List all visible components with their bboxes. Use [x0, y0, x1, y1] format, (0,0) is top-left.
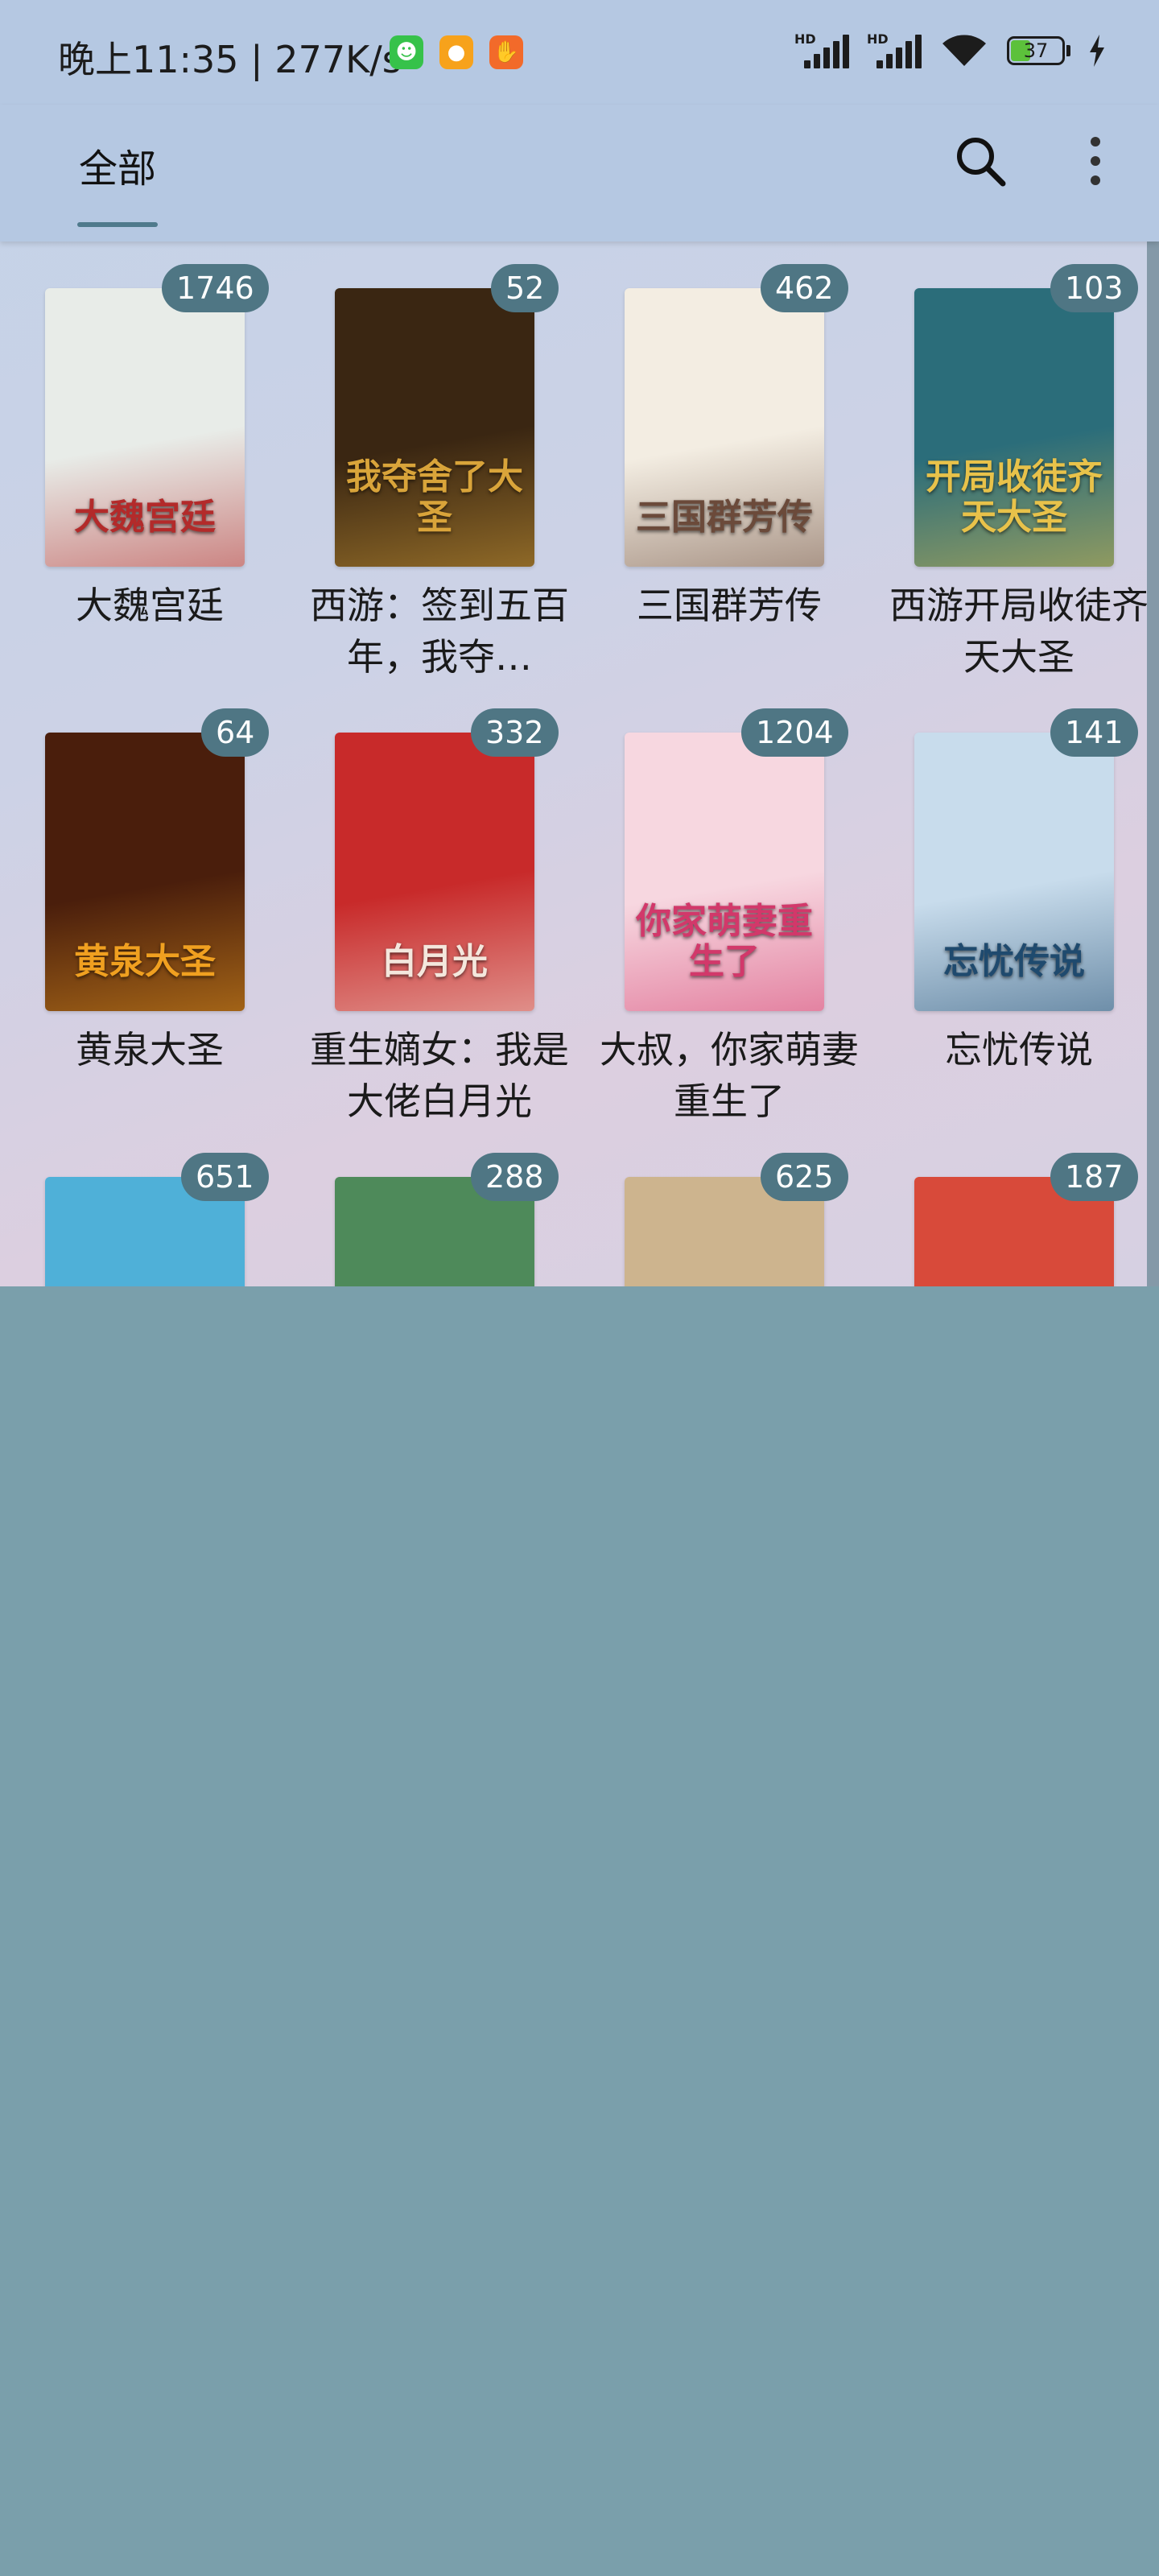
book-cover-text: 黄泉大圣 — [74, 941, 216, 982]
book-title[interactable]: 忘忧传说 — [874, 1024, 1159, 1075]
book-cover-text: 我夺舍了大圣 — [346, 456, 523, 538]
tab-indicator — [77, 222, 158, 227]
unread-count-badge: 332 — [471, 708, 559, 757]
charging-icon — [1090, 35, 1104, 67]
scrollbar[interactable] — [1147, 242, 1159, 1286]
book-title[interactable]: 西游开局收徒齐天大圣 — [874, 580, 1159, 683]
book-title[interactable]: 三国群芳传 — [584, 580, 874, 631]
app-icon-hand: ✋ — [489, 35, 523, 69]
unread-count-badge: 64 — [201, 708, 270, 757]
signal-icon: HD — [867, 31, 922, 68]
more-vert-icon[interactable] — [1067, 129, 1124, 193]
book-cover-text: 忘忧传说 — [943, 941, 1085, 982]
toolbar: 全部 — [0, 105, 1159, 242]
book-cover[interactable]: 三国群芳传 — [625, 288, 824, 567]
search-icon[interactable] — [948, 129, 1013, 193]
app-screen: 晚上11:35 | 277K/s ☻ ● ✋ HD HD 37 全部 大魏宫廷 … — [0, 0, 1159, 1286]
unread-count-badge: 103 — [1050, 264, 1138, 312]
book-title[interactable]: 西游：签到五百年，我夺… — [295, 580, 584, 683]
battery-level: 37 — [1023, 39, 1049, 62]
unread-count-badge: 288 — [471, 1153, 559, 1201]
book-cover[interactable]: 大魏宫廷 — [45, 288, 245, 567]
book-cover[interactable]: 黄泉大圣 — [45, 733, 245, 1011]
book-title[interactable]: 黄泉大圣 — [5, 1024, 295, 1075]
book-title[interactable]: 重生嫡女：我是大佬白月光 — [295, 1024, 584, 1127]
status-app-icons: ☻ ● ✋ — [390, 35, 523, 69]
book-cover[interactable]: 你家萌妻重生了 — [625, 733, 824, 1011]
book-cover-text: 你家萌妻重生了 — [636, 901, 813, 982]
app-icon-green: ☻ — [390, 35, 423, 69]
signal-icon: HD — [794, 31, 849, 68]
book-title[interactable]: 大叔，你家萌妻重生了 — [584, 1024, 874, 1127]
hd-label: HD — [794, 31, 816, 47]
unread-count-badge: 462 — [761, 264, 848, 312]
book-cover[interactable]: 我夺舍了大圣 — [335, 288, 534, 567]
book-cover[interactable]: 开局收徒齐天大圣 — [914, 288, 1114, 567]
book-cover-text: 三国群芳传 — [636, 497, 813, 538]
unread-count-badge: 187 — [1050, 1153, 1138, 1201]
book-cover-text: 大魏宫廷 — [74, 497, 216, 538]
book-cover-text: 开局收徒齐天大圣 — [926, 456, 1103, 538]
wifi-icon — [942, 35, 986, 66]
hd-label: HD — [867, 31, 889, 47]
app-icon-orange: ● — [439, 35, 473, 69]
tab-all[interactable]: 全部 — [79, 137, 156, 193]
book-cover[interactable]: 忘忧传说 — [914, 733, 1114, 1011]
empty-bottom-area — [0, 1286, 1159, 2576]
book-cover-text: 白月光 — [382, 941, 488, 982]
unread-count-badge: 625 — [761, 1153, 848, 1201]
unread-count-badge: 141 — [1050, 708, 1138, 757]
unread-count-badge: 52 — [491, 264, 559, 312]
status-indicators: HD HD 37 — [794, 31, 1106, 69]
book-cover[interactable]: 白月光 — [335, 733, 534, 1011]
book-title[interactable]: 大魏宫廷 — [5, 580, 295, 631]
status-time-speed: 晚上11:35 | 277K/s — [58, 38, 402, 81]
unread-count-badge: 651 — [181, 1153, 269, 1201]
status-bar: 晚上11:35 | 277K/s ☻ ● ✋ HD HD 37 — [0, 0, 1159, 105]
battery-icon: 37 — [1007, 36, 1070, 65]
unread-count-badge: 1204 — [741, 708, 848, 757]
unread-count-badge: 1746 — [162, 264, 269, 312]
